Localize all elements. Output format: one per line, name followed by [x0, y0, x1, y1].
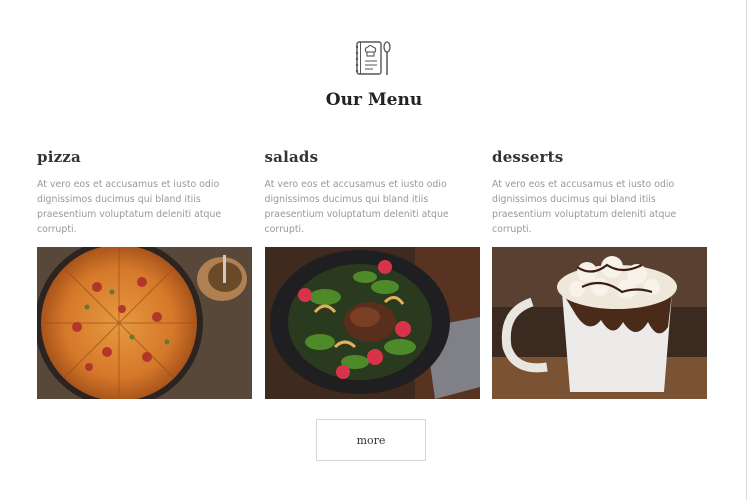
card-title: salads — [264, 148, 319, 166]
pizza-photo — [37, 247, 252, 399]
more-button[interactable]: more — [316, 419, 426, 461]
card-description: At vero eos et accusamus et iusto odio d… — [264, 179, 449, 235]
menu-card-pizza: pizza At vero eos et accusamus et iusto … — [37, 148, 252, 399]
dessert-photo — [492, 247, 707, 399]
menu-book-icon — [354, 38, 394, 78]
menu-cards: pizza At vero eos et accusamus et iusto … — [37, 148, 707, 399]
page-title: Our Menu — [325, 90, 423, 110]
card-description: At vero eos et accusamus et iusto odio d… — [37, 179, 222, 235]
menu-header: Our Menu — [0, 38, 748, 110]
card-description: At vero eos et accusamus et iusto odio d… — [492, 179, 677, 235]
salad-photo — [264, 247, 480, 399]
menu-card-salads: salads At vero eos et accusamus et iusto… — [264, 148, 480, 399]
menu-card-desserts: desserts At vero eos et accusamus et ius… — [492, 148, 707, 399]
card-title: desserts — [492, 148, 564, 166]
card-title: pizza — [37, 148, 81, 166]
